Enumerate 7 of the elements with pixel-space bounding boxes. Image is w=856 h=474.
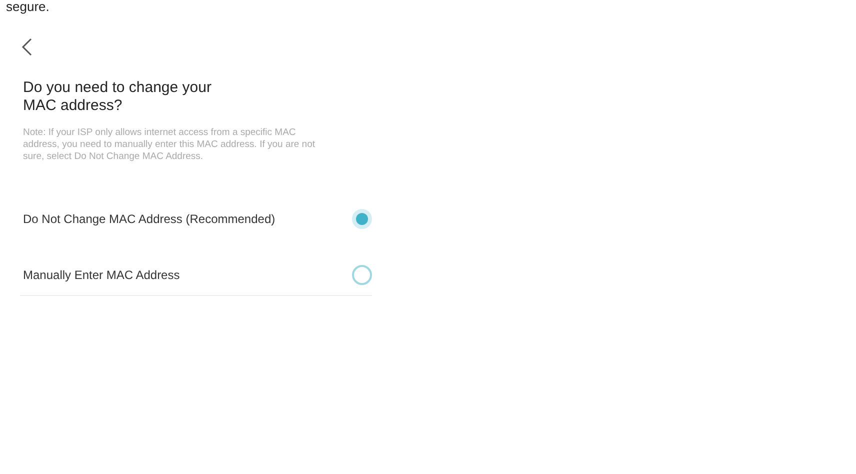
option-label[interactable]: Manually Enter MAC Address (23, 266, 180, 284)
option-label[interactable]: Do Not Change MAC Address (Recommended) (23, 210, 276, 228)
page-title: Do you need to change your MAC address? (23, 79, 212, 115)
note-text: Note: If your ISP only allows internet access from a specific MAC address, you need to manually enter this MAC address. If you are not sure, select Do Not Change MAC Address. (23, 127, 316, 163)
cut-off-text: segure. (6, 0, 50, 13)
radio-button[interactable] (352, 209, 372, 229)
radio-button[interactable] (352, 265, 372, 285)
